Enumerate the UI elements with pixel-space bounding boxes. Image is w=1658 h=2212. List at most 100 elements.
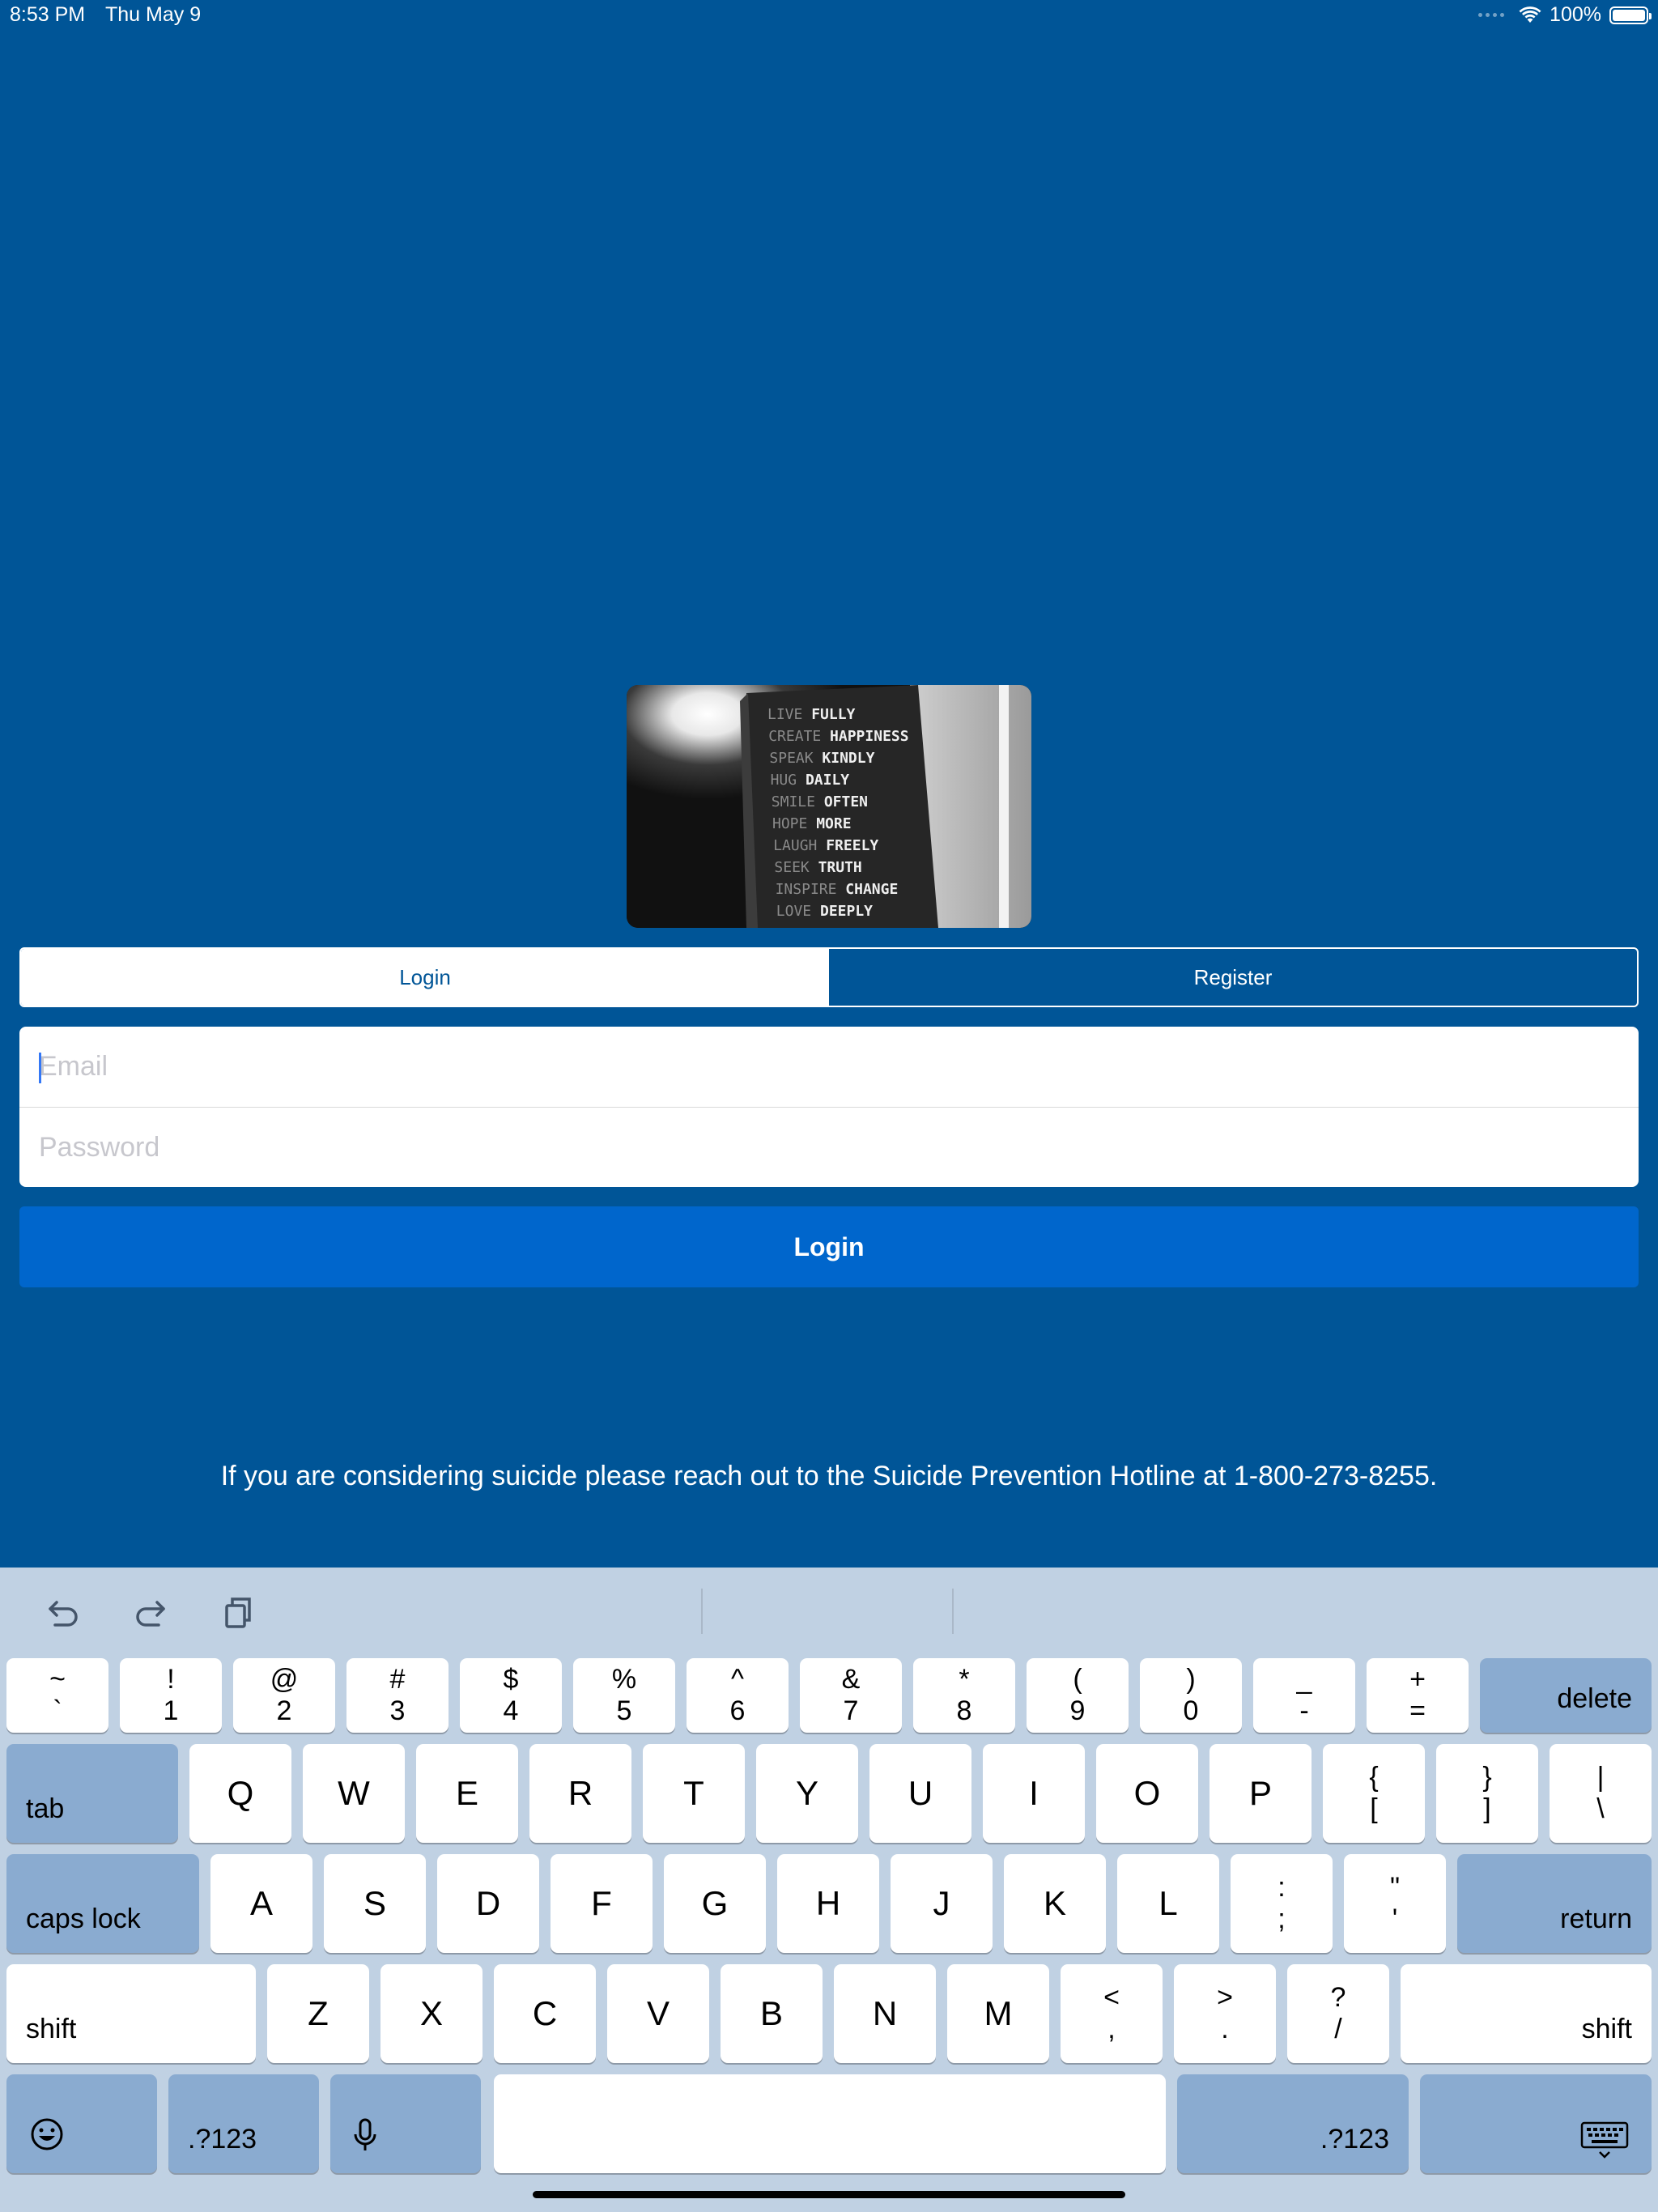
key-emoji[interactable] [6, 2074, 157, 2173]
key-backslash[interactable]: | \ [1550, 1744, 1652, 1843]
toolbar-divider [701, 1589, 703, 1634]
letter-board-word-dim: SEEK [774, 859, 818, 876]
key-quote[interactable]: " ' [1344, 1854, 1446, 1953]
signal-dots-icon [1478, 13, 1505, 17]
key-b[interactable]: B [721, 1964, 823, 2063]
status-time: 8:53 PM [10, 3, 86, 26]
key-0[interactable]: ) 0 [1140, 1658, 1242, 1733]
email-field[interactable] [39, 1027, 1639, 1107]
letter-board-illustration: LIVE FULLY CREATE HAPPINESS SPEAK KINDLY HU… [627, 685, 1031, 928]
key-h[interactable]: H [777, 1854, 879, 1953]
key-d[interactable]: D [437, 1854, 539, 1953]
key-r[interactable]: R [529, 1744, 631, 1843]
key-hide-keyboard[interactable] [1420, 2074, 1652, 2173]
key-g[interactable]: G [664, 1854, 766, 1953]
key-6[interactable]: ^ 6 [687, 1658, 789, 1733]
login-button[interactable]: Login [19, 1206, 1639, 1287]
letter-board-word-dim: SMILE [772, 793, 824, 810]
key-u[interactable]: U [869, 1744, 971, 1843]
key-9[interactable]: (9 [1027, 1658, 1129, 1733]
key-right-bracket[interactable]: }] [1436, 1744, 1538, 1843]
key-a[interactable]: A [210, 1854, 312, 1953]
key-t[interactable]: T [643, 1744, 745, 1843]
letter-board-line: LAUGH FREELY [773, 837, 878, 854]
tab-register[interactable]: Register [829, 949, 1637, 1006]
letter-board-line: HOPE MORE [772, 815, 852, 832]
key-shift-right[interactable]: shift [1401, 1964, 1652, 2063]
key-i[interactable]: I [983, 1744, 1085, 1843]
undo-icon[interactable] [39, 1592, 87, 1632]
key-3[interactable]: #3 [346, 1658, 449, 1733]
text-caret [39, 1053, 41, 1083]
key-f[interactable]: F [551, 1854, 653, 1953]
key-7[interactable]: & 7 [800, 1658, 902, 1733]
hotline-message: If you are considering suicide please re… [220, 1461, 1438, 1491]
tab-login[interactable]: Login [21, 949, 829, 1006]
key-return[interactable]: return [1457, 1854, 1652, 1953]
hero-image: LIVE FULLY CREATE HAPPINESS SPEAK KINDLY HU… [627, 685, 1031, 928]
password-field[interactable] [39, 1108, 1639, 1187]
keyboard-shortcut-bar [0, 1568, 1658, 1657]
wifi-icon [1519, 6, 1541, 23]
key-comma[interactable]: <, [1061, 1964, 1163, 2063]
key-p[interactable]: P [1209, 1744, 1312, 1843]
key-delete[interactable]: delete [1480, 1658, 1652, 1733]
key-z[interactable]: Z [267, 1964, 369, 2063]
key-period[interactable]: >. [1174, 1964, 1276, 2063]
key-8[interactable]: * 8 [913, 1658, 1015, 1733]
status-bar: 8:53 PM Thu May 9 100% [0, 0, 1658, 32]
letter-board-word-bright: HAPPINESS [830, 728, 909, 745]
letter-board-word-dim: CREATE [768, 728, 830, 745]
key-q[interactable]: Q [189, 1744, 291, 1843]
letter-board-word-bright: KINDLY [822, 750, 874, 767]
key-semicolon[interactable]: :; [1231, 1854, 1333, 1953]
key-e[interactable]: E [416, 1744, 518, 1843]
key-m[interactable]: M [947, 1964, 1049, 2063]
on-screen-keyboard: ~ ` ! 1 @2 #3 $4 % 5 ^ 6 & 7 * 8 (9 ) 0 _ - + = d… [0, 1568, 1658, 2212]
key-space[interactable] [494, 2074, 1166, 2173]
key-left-bracket[interactable]: {[ [1323, 1744, 1425, 1843]
microphone-icon [354, 2118, 376, 2150]
key-shift-left[interactable]: shift [6, 1964, 256, 2063]
letter-board-word-dim: LAUGH [773, 837, 826, 854]
key-j[interactable]: J [891, 1854, 993, 1953]
paste-icon[interactable] [214, 1592, 262, 1632]
home-indicator[interactable] [533, 2191, 1125, 2198]
hide-keyboard-icon [1580, 2121, 1629, 2159]
login-form [19, 1027, 1639, 1187]
letter-board-word-dim: HOPE [772, 815, 816, 832]
key-s[interactable]: S [324, 1854, 426, 1953]
letter-board-word-dim: INSPIRE [776, 881, 846, 898]
key-numbers-right[interactable]: .?123 [1177, 2074, 1409, 2173]
key-numbers-left[interactable]: .?123 [168, 2074, 319, 2173]
key-1[interactable]: ! 1 [120, 1658, 222, 1733]
key-c[interactable]: C [494, 1964, 596, 2063]
letter-board-word-bright: DEEPLY [820, 903, 873, 920]
key-minus[interactable]: _ - [1253, 1658, 1355, 1733]
key-tab[interactable]: tab [6, 1744, 178, 1843]
key-slash[interactable]: ? / [1287, 1964, 1389, 2063]
letter-board-word-bright: DAILY [806, 772, 849, 789]
letter-board-line: LIVE FULLY [767, 706, 856, 723]
password-field-row [19, 1107, 1639, 1187]
letter-board-word-dim: LIVE [767, 706, 811, 723]
key-v[interactable]: V [607, 1964, 709, 2063]
key-y[interactable]: Y [756, 1744, 858, 1843]
key-w[interactable]: W [303, 1744, 405, 1843]
status-right: 100% [1478, 3, 1652, 27]
key-o[interactable]: O [1096, 1744, 1198, 1843]
key-n[interactable]: N [834, 1964, 936, 2063]
key-5[interactable]: % 5 [573, 1658, 675, 1733]
key-2[interactable]: @2 [233, 1658, 335, 1733]
key-4[interactable]: $4 [460, 1658, 562, 1733]
redo-icon[interactable] [126, 1592, 175, 1632]
letter-board-line: CREATE HAPPINESS [768, 728, 908, 745]
key-dictation[interactable] [330, 2074, 481, 2173]
key-l[interactable]: L [1117, 1854, 1219, 1953]
key-x[interactable]: X [380, 1964, 483, 2063]
key-grave[interactable]: ~ ` [6, 1658, 108, 1733]
key-k[interactable]: K [1004, 1854, 1106, 1953]
letter-board-line: SMILE OFTEN [772, 793, 868, 810]
key-caps-lock[interactable]: caps lock [6, 1854, 199, 1953]
key-equals[interactable]: + = [1367, 1658, 1469, 1733]
